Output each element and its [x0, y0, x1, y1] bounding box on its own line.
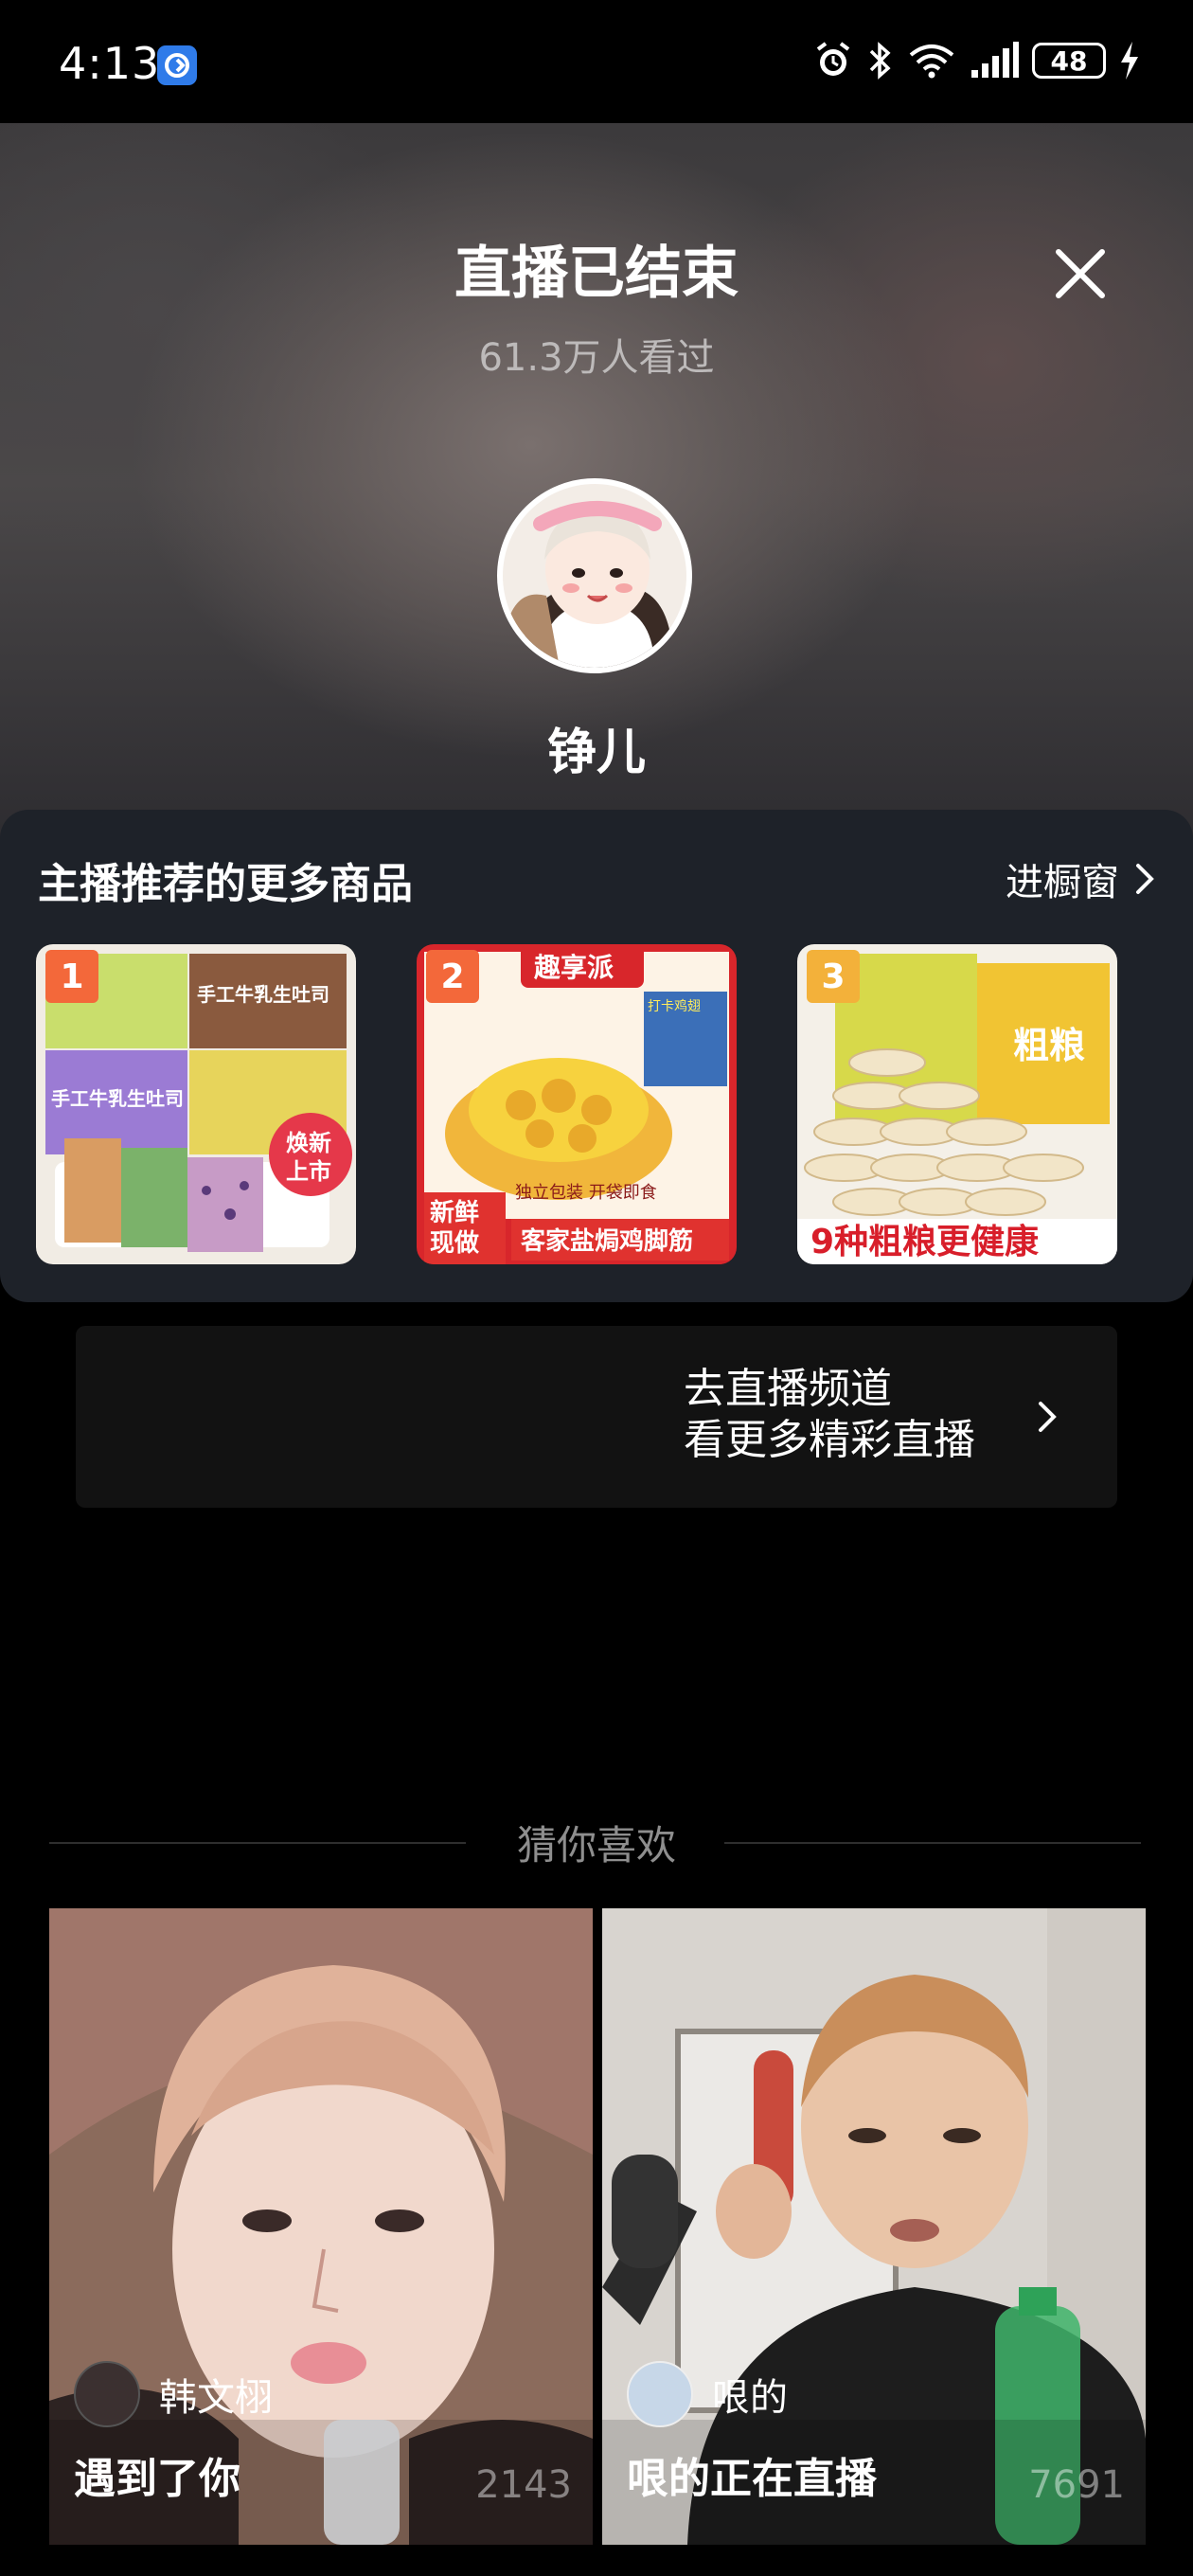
svg-text:焕新: 焕新 — [286, 1130, 331, 1156]
live-channel-card[interactable]: 去直播频道 看更多精彩直播 — [76, 1326, 1117, 1508]
wifi-icon — [909, 45, 954, 79]
svg-text:打卡鸡翅: 打卡鸡翅 — [648, 998, 701, 1014]
svg-text:上市: 上市 — [286, 1158, 331, 1185]
live-card-1-caption: 遇到了你 — [74, 2455, 240, 2503]
svg-text:客家盐焗鸡脚筋: 客家盐焗鸡脚筋 — [521, 1226, 693, 1256]
avatar — [627, 2361, 693, 2427]
live-card-2[interactable]: 哏的 哏的正在直播 7691 — [602, 1908, 1146, 2545]
app-notification-icon — [157, 45, 197, 85]
chevron-right-icon — [1136, 864, 1154, 894]
product-rank-2: 2 — [426, 950, 479, 1003]
divider-right — [724, 1842, 1141, 1844]
live-card-1-count: 2143 — [475, 2463, 572, 2507]
viewer-count: 61.3万人看过 — [478, 336, 715, 380]
live-card-2-user: 哏的 — [627, 2361, 788, 2427]
bluetooth-icon — [869, 42, 891, 80]
svg-text:9种粗粮更健康: 9种粗粮更健康 — [810, 1222, 1039, 1261]
alarm-icon — [816, 42, 850, 76]
product-card-1[interactable]: 手工牛乳生吐司 手工牛乳生吐司 焕新 上市 1 — [36, 944, 356, 1264]
product-card-2[interactable]: 趣享派 打卡鸡翅 独立包装 开袋即食 新鲜 现做 客家盐焗鸡脚筋 2 — [417, 944, 737, 1264]
live-card-1-username: 韩文栩 — [159, 2376, 273, 2420]
status-time: 4:13 — [59, 38, 161, 89]
status-icons: 48 — [812, 40, 1140, 81]
svg-text:粗粮: 粗粮 — [1013, 1025, 1085, 1066]
live-card-2-caption: 哏的正在直播 — [627, 2455, 877, 2503]
live-card-1[interactable]: 韩文栩 遇到了你 2143 — [49, 1908, 593, 2545]
chevron-right-icon — [1039, 1402, 1057, 1432]
svg-text:新鲜: 新鲜 — [430, 1198, 479, 1227]
live-channel-text: 去直播频道 看更多精彩直播 — [684, 1364, 975, 1466]
charging-icon — [1121, 42, 1138, 80]
svg-text:独立包装 开袋即食: 独立包装 开袋即食 — [515, 1183, 657, 1203]
product-card-3[interactable]: 粗粮 9种粗粮更健康 3 — [797, 944, 1117, 1264]
close-button[interactable] — [1049, 242, 1112, 305]
anchor-avatar[interactable] — [497, 478, 692, 673]
svg-text:手工牛乳生吐司: 手工牛乳生吐司 — [197, 983, 329, 1006]
products-panel-title: 主播推荐的更多商品 — [38, 860, 413, 908]
close-icon — [1056, 249, 1105, 298]
recommended-products-panel: 主播推荐的更多商品 进橱窗 手工牛乳生吐司 手工牛乳生吐司 焕新 上市 1 趣享… — [0, 810, 1193, 1302]
page-title: 直播已结束 — [454, 241, 739, 307]
anchor-name[interactable]: 铮儿 — [0, 712, 1193, 783]
signal-icon — [971, 42, 1019, 78]
svg-text:趣享派: 趣享派 — [534, 952, 614, 983]
go-to-showcase-link[interactable]: 进橱窗 — [1006, 851, 1155, 906]
avatar — [74, 2361, 140, 2427]
battery-indicator: 48 — [1032, 43, 1106, 79]
live-channel-line2: 看更多精彩直播 — [684, 1416, 975, 1464]
live-card-2-username: 哏的 — [712, 2376, 788, 2420]
product-rank-1: 1 — [45, 950, 98, 1003]
svg-text:现做: 现做 — [430, 1229, 479, 1258]
live-card-2-count: 7691 — [1028, 2463, 1125, 2507]
go-to-showcase-label: 进橱窗 — [1006, 861, 1119, 904]
live-channel-line1: 去直播频道 — [684, 1365, 892, 1413]
live-card-1-user: 韩文栩 — [74, 2361, 273, 2427]
product-rank-3: 3 — [807, 950, 860, 1003]
status-bar: 4:13 48 — [0, 0, 1193, 123]
svg-text:手工牛乳生吐司: 手工牛乳生吐司 — [51, 1087, 184, 1110]
